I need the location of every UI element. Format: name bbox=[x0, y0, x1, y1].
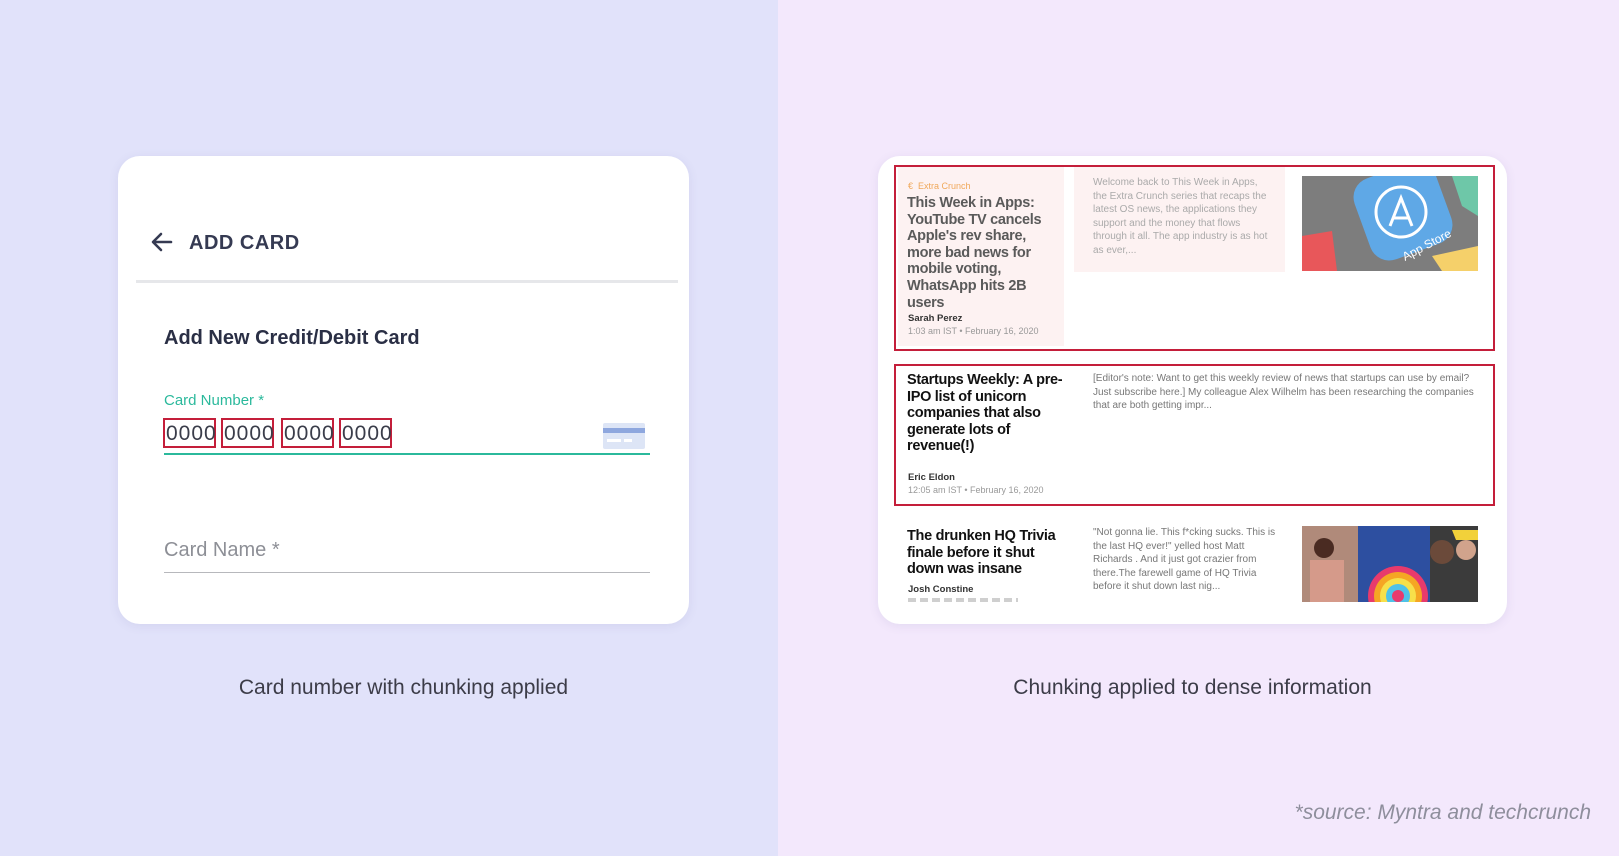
article-excerpt: "Not gonna lie. This f*cking sucks. This… bbox=[1093, 527, 1276, 593]
card-name-field[interactable]: Card Name * bbox=[164, 539, 280, 562]
card-number-chunk-4[interactable]: 0000 bbox=[339, 418, 392, 448]
section-title: Add New Credit/Debit Card bbox=[164, 327, 420, 349]
card-number-chunk-1[interactable]: 0000 bbox=[163, 418, 216, 448]
card-number-chunk-2[interactable]: 0000 bbox=[221, 418, 274, 448]
card-number-underline bbox=[164, 453, 650, 455]
article-author[interactable]: Josh Constine bbox=[908, 584, 973, 595]
article-thumbnail[interactable] bbox=[1302, 526, 1478, 602]
add-card-form-panel: ADD CARD Add New Credit/Debit Card Card … bbox=[118, 156, 689, 624]
page-title: ADD CARD bbox=[189, 232, 300, 254]
chunk-highlight-article-1 bbox=[894, 165, 1495, 351]
article-card-3[interactable]: The drunken HQ Trivia finale before it s… bbox=[878, 518, 1507, 624]
right-caption: Chunking applied to dense information bbox=[1013, 676, 1372, 699]
hq-trivia-image bbox=[1302, 526, 1478, 602]
arrow-left-icon[interactable] bbox=[150, 230, 174, 254]
left-caption: Card number with chunking applied bbox=[238, 676, 569, 699]
header-divider bbox=[136, 280, 678, 283]
chunk-highlight-article-2 bbox=[894, 364, 1495, 506]
card-number-label: Card Number * bbox=[164, 392, 265, 409]
article-title[interactable]: The drunken HQ Trivia finale before it s… bbox=[907, 528, 1072, 578]
source-note: *source: Myntra and techcrunch bbox=[1294, 801, 1591, 824]
credit-card-icon bbox=[603, 423, 645, 449]
article-meta-cutoff bbox=[908, 598, 1018, 602]
card-number-chunk-3[interactable]: 0000 bbox=[281, 418, 334, 448]
news-list-panel: € Extra Crunch This Week in Apps: YouTub… bbox=[878, 156, 1507, 624]
card-name-underline bbox=[164, 572, 650, 573]
